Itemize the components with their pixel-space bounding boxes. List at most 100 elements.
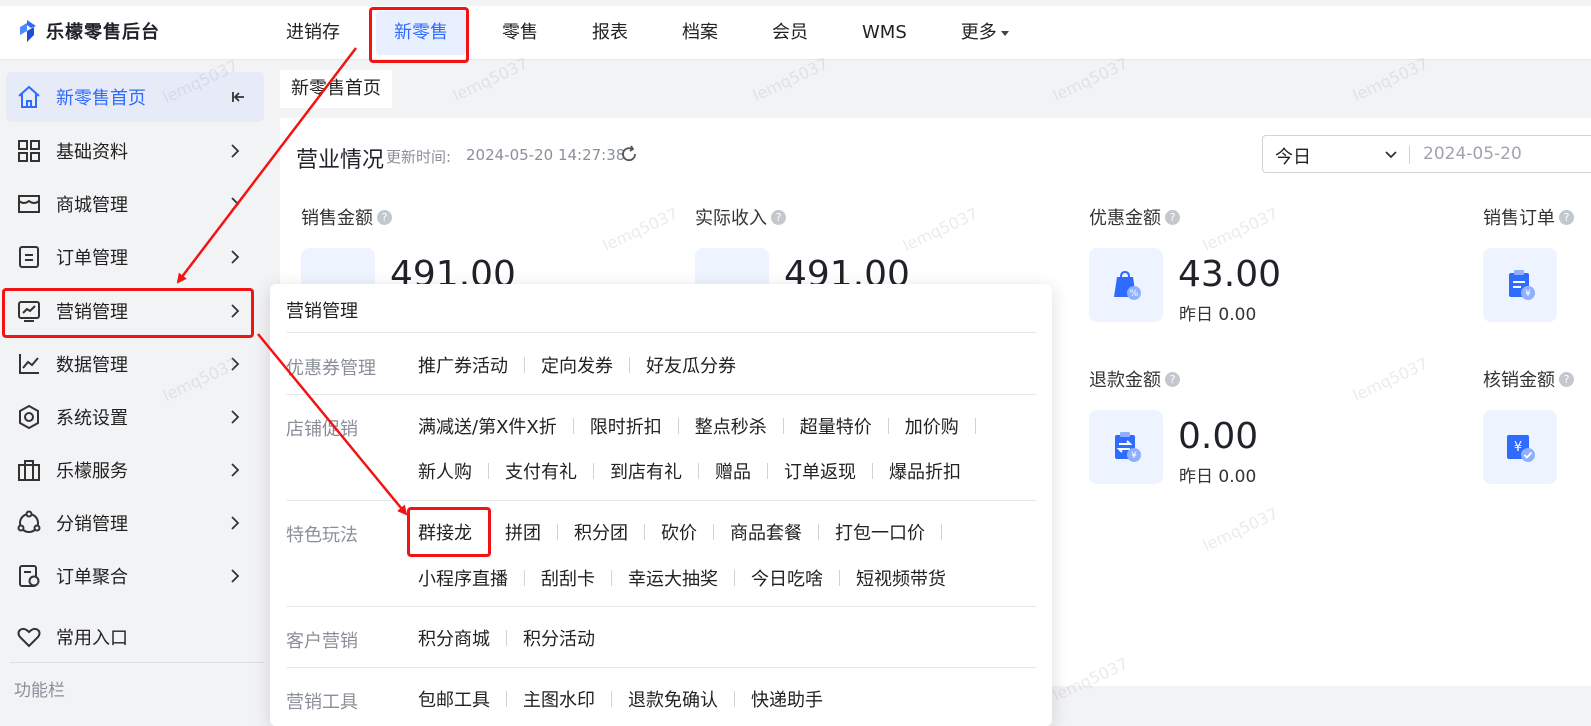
menu-link[interactable]: 到店有礼 bbox=[610, 458, 682, 484]
sales-orders-icon: ¥ bbox=[1483, 248, 1557, 322]
menu-link-group-chain[interactable]: 群接龙 bbox=[418, 519, 472, 545]
sidebar-item-settings[interactable]: 系统设置 bbox=[6, 392, 264, 442]
nav-item-retail[interactable]: 零售 bbox=[484, 11, 556, 55]
link-separator bbox=[941, 524, 942, 540]
app-title: 乐檬零售后台 bbox=[46, 22, 160, 43]
watermark-text: lemq5037 bbox=[1349, 53, 1431, 106]
nav-item-new-retail[interactable]: 新零售 bbox=[376, 11, 466, 55]
menu-link[interactable]: 刮刮卡 bbox=[541, 565, 595, 591]
heart-icon bbox=[16, 624, 42, 650]
sidebar-item-data[interactable]: 数据管理 bbox=[6, 339, 264, 389]
nav-item-archive[interactable]: 档案 bbox=[664, 11, 736, 55]
menu-link[interactable]: 积分活动 bbox=[523, 625, 595, 651]
menu-link[interactable]: 好友瓜分券 bbox=[646, 352, 736, 378]
svg-text:¥: ¥ bbox=[1131, 451, 1137, 461]
group-label-marketing-tools: 营销工具 bbox=[286, 692, 358, 713]
link-separator bbox=[488, 524, 489, 540]
metric-label-refund-amount: 退款金额? bbox=[1089, 366, 1180, 392]
menu-link[interactable]: 打包一口价 bbox=[835, 519, 925, 545]
link-separator bbox=[677, 418, 679, 434]
metric-label-sales-amount: 销售金额? bbox=[301, 204, 392, 230]
refresh-icon[interactable] bbox=[620, 145, 638, 163]
link-separator bbox=[644, 524, 645, 540]
popup-divider bbox=[286, 500, 1036, 501]
collapse-sidebar-icon[interactable] bbox=[230, 88, 248, 106]
menu-link[interactable]: 超量特价 bbox=[800, 413, 872, 439]
menu-link[interactable]: 退款免确认 bbox=[628, 686, 718, 712]
chevron-right-icon bbox=[231, 569, 240, 583]
link-separator bbox=[506, 630, 507, 646]
menu-link[interactable]: 满减送/第X件X折 bbox=[418, 413, 557, 439]
menu-link[interactable]: 积分团 bbox=[574, 519, 628, 545]
update-time-value: 2024-05-20 14:27:38 bbox=[466, 146, 626, 164]
tab-new-retail-home[interactable]: 新零售首页 bbox=[280, 70, 392, 108]
menu-link[interactable]: 定向发券 bbox=[541, 352, 613, 378]
link-separator bbox=[887, 418, 889, 434]
group-row: 推广券活动 定向发券 好友瓜分券 bbox=[418, 352, 736, 378]
sidebar-item-favorites[interactable]: 常用入口 bbox=[6, 612, 264, 662]
menu-link[interactable]: 快递助手 bbox=[751, 686, 823, 712]
sidebar-item-label: 新零售首页 bbox=[56, 88, 146, 109]
sidebar-item-mall[interactable]: 商城管理 bbox=[6, 179, 264, 229]
help-icon[interactable]: ? bbox=[771, 209, 786, 225]
metric-label-text: 销售金额 bbox=[301, 208, 373, 229]
menu-link[interactable]: 砍价 bbox=[661, 519, 697, 545]
date-range-select[interactable]: 今日 2024-05-20 bbox=[1262, 135, 1591, 173]
sidebar-item-label: 数据管理 bbox=[56, 355, 128, 376]
menu-link[interactable]: 加价购 bbox=[905, 413, 959, 439]
nav-item-more[interactable]: 更多 bbox=[943, 11, 1027, 55]
chart-icon bbox=[16, 351, 42, 377]
app-logo[interactable]: 乐檬零售后台 bbox=[16, 18, 160, 44]
help-icon[interactable]: ? bbox=[1559, 371, 1574, 387]
sidebar-item-new-retail-home[interactable]: 新零售首页 bbox=[6, 72, 264, 122]
group-row: 满减送/第X件X折 限时折扣 整点秒杀 超量特价 加价购 bbox=[418, 413, 992, 439]
menu-link[interactable]: 赠品 bbox=[715, 458, 751, 484]
group-row: 小程序直播 刮刮卡 幸运大抽奖 今日吃啥 短视频带货 bbox=[418, 565, 946, 591]
sidebar-item-label: 营销管理 bbox=[56, 302, 128, 323]
sidebar-item-distribution[interactable]: 分销管理 bbox=[6, 498, 264, 548]
sidebar-item-label: 分销管理 bbox=[56, 514, 128, 535]
help-icon[interactable]: ? bbox=[1165, 371, 1180, 387]
nav-item-inventory[interactable]: 进销存 bbox=[268, 11, 358, 55]
menu-link[interactable]: 积分商城 bbox=[418, 625, 490, 651]
menu-link[interactable]: 新人购 bbox=[418, 458, 472, 484]
sidebar-divider bbox=[10, 662, 264, 663]
menu-link[interactable]: 商品套餐 bbox=[730, 519, 802, 545]
menu-link[interactable]: 订单返现 bbox=[784, 458, 856, 484]
link-separator bbox=[629, 357, 630, 373]
menu-link[interactable]: 今日吃啥 bbox=[751, 565, 823, 591]
nav-item-reports[interactable]: 报表 bbox=[574, 11, 646, 55]
chevron-right-icon bbox=[231, 516, 240, 530]
group-row: 积分商城 积分活动 bbox=[418, 625, 595, 651]
menu-link[interactable]: 爆品折扣 bbox=[889, 458, 961, 484]
menu-link[interactable]: 主图水印 bbox=[523, 686, 595, 712]
sidebar-item-marketing[interactable]: 营销管理 bbox=[6, 286, 264, 336]
chevron-right-icon bbox=[231, 144, 240, 158]
sidebar-item-order-aggregation[interactable]: 订单聚合 bbox=[6, 551, 264, 601]
metric-label-text: 实际收入 bbox=[695, 208, 767, 229]
distribution-icon bbox=[16, 510, 42, 536]
menu-link[interactable]: 小程序直播 bbox=[418, 565, 508, 591]
sidebar-item-orders[interactable]: 订单管理 bbox=[6, 232, 264, 282]
nav-item-members[interactable]: 会员 bbox=[754, 11, 826, 55]
group-label-featured-play: 特色玩法 bbox=[286, 525, 358, 546]
sidebar-item-basic-data[interactable]: 基础资料 bbox=[6, 126, 264, 176]
logo-icon bbox=[20, 20, 36, 42]
menu-link[interactable]: 限时折扣 bbox=[590, 413, 662, 439]
menu-link[interactable]: 支付有礼 bbox=[505, 458, 577, 484]
menu-link[interactable]: 拼团 bbox=[505, 519, 541, 545]
menu-link[interactable]: 短视频带货 bbox=[856, 565, 946, 591]
menu-link[interactable]: 包邮工具 bbox=[418, 686, 490, 712]
help-icon[interactable]: ? bbox=[1559, 209, 1574, 225]
help-icon[interactable]: ? bbox=[377, 209, 392, 225]
nav-item-wms[interactable]: WMS bbox=[844, 11, 925, 55]
sidebar-item-service[interactable]: 乐檬服务 bbox=[6, 445, 264, 495]
help-icon[interactable]: ? bbox=[1165, 209, 1180, 225]
link-separator bbox=[782, 418, 784, 434]
sidebar-footer-label: 功能栏 bbox=[14, 681, 65, 701]
menu-link[interactable]: 幸运大抽奖 bbox=[628, 565, 718, 591]
date-separator bbox=[1409, 146, 1410, 164]
menu-link[interactable]: 推广券活动 bbox=[418, 352, 508, 378]
chevron-right-icon bbox=[231, 250, 240, 264]
menu-link[interactable]: 整点秒杀 bbox=[695, 413, 767, 439]
